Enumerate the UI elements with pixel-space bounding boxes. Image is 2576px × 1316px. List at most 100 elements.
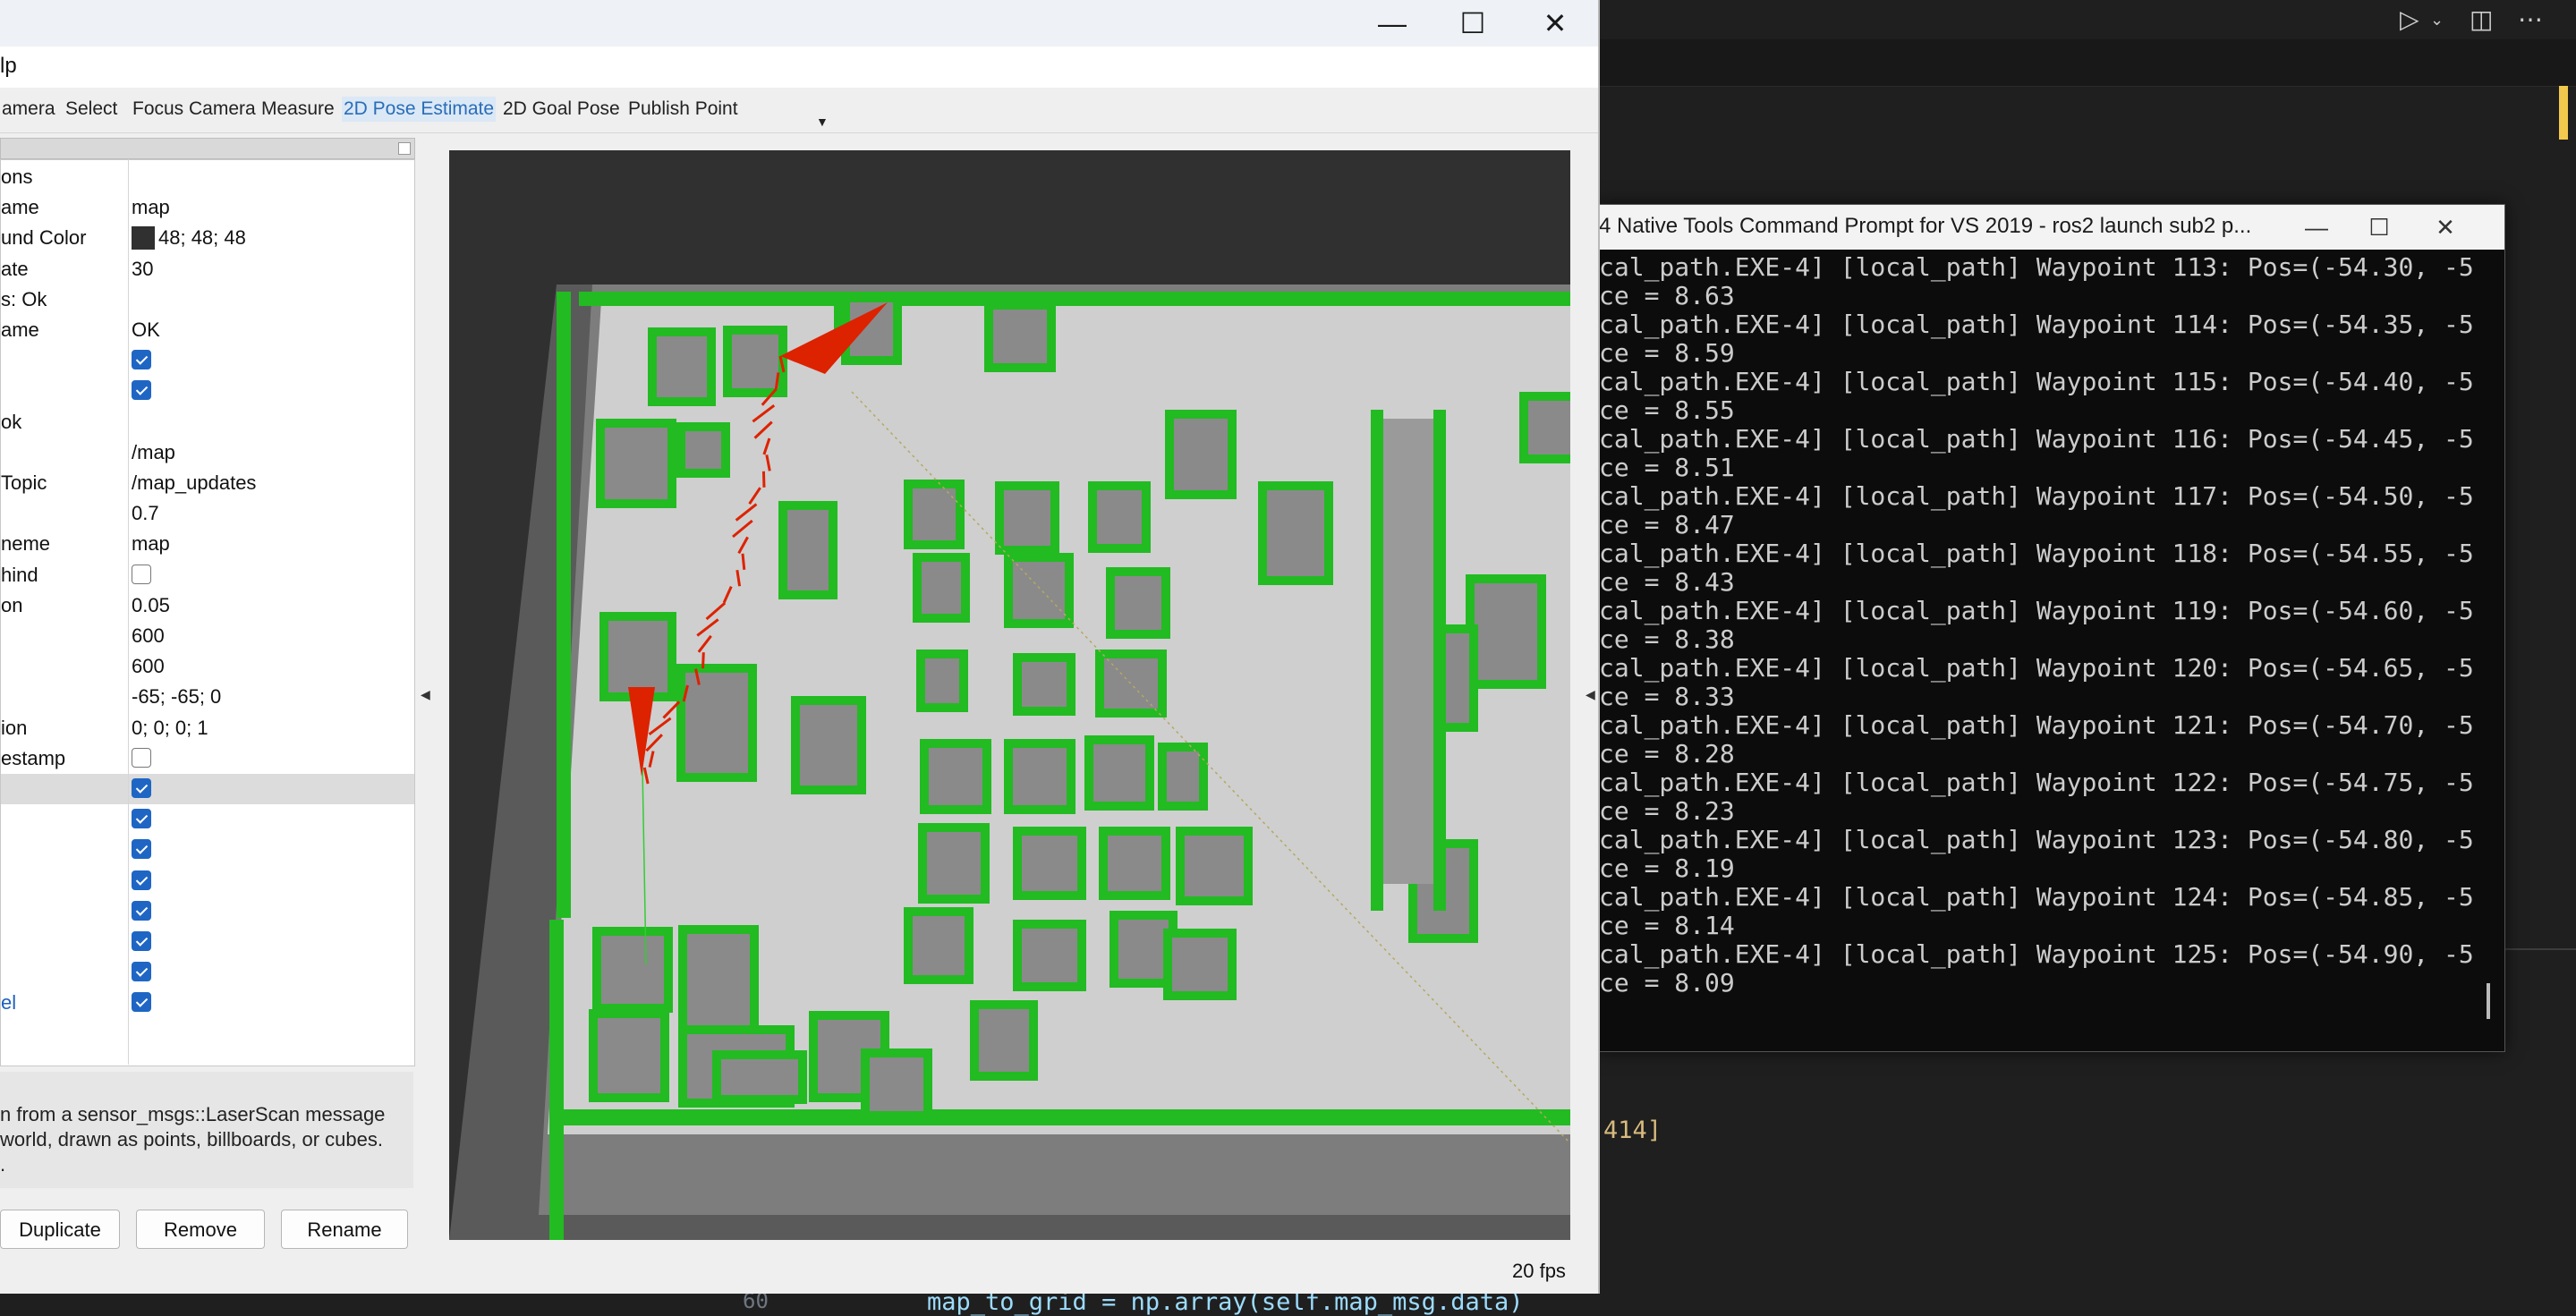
property-checkbox[interactable] bbox=[132, 380, 151, 401]
property-row[interactable]: 600 bbox=[1, 651, 414, 682]
property-key: ame bbox=[1, 196, 39, 219]
property-value[interactable]: 48; 48; 48 bbox=[132, 225, 246, 250]
property-value-text: 0; 0; 0; 1 bbox=[132, 716, 208, 739]
property-row[interactable]: s: Ok bbox=[1, 284, 414, 315]
property-row[interactable] bbox=[1, 774, 414, 804]
property-row[interactable] bbox=[1, 957, 414, 988]
property-row[interactable]: el bbox=[1, 988, 414, 1018]
collapse-right-icon[interactable]: ◀ bbox=[1586, 687, 1595, 702]
property-row[interactable]: ate 30 bbox=[1, 254, 414, 284]
property-value[interactable]: 600 bbox=[132, 655, 165, 678]
tool-2d-goal-pose[interactable]: 2D Goal Pose bbox=[501, 97, 622, 122]
toolbar-dropdown-icon[interactable]: ▼ bbox=[816, 115, 829, 129]
chevron-down-icon[interactable]: ⌄ bbox=[2430, 2, 2444, 38]
rviz-titlebar[interactable]: — ☐ ✕ bbox=[0, 0, 1598, 47]
property-value[interactable]: OK bbox=[132, 318, 160, 342]
property-row[interactable] bbox=[1, 345, 414, 376]
property-row[interactable]: Topic/map_updates bbox=[1, 468, 414, 498]
property-value[interactable]: -65; -65; 0 bbox=[132, 685, 221, 709]
obstacle-core bbox=[787, 510, 829, 590]
property-row[interactable]: hind bbox=[1, 560, 414, 590]
property-checkbox[interactable] bbox=[132, 839, 151, 860]
remove-button[interactable]: Remove bbox=[136, 1210, 265, 1249]
terminal-titlebar[interactable]: 4 Native Tools Command Prompt for VS 201… bbox=[1595, 205, 2504, 250]
property-key: Topic bbox=[1, 471, 47, 494]
rename-button[interactable]: Rename bbox=[281, 1210, 408, 1249]
property-checkbox[interactable] bbox=[132, 747, 151, 768]
property-row[interactable]: 600 bbox=[1, 621, 414, 651]
property-value[interactable]: /map bbox=[132, 441, 175, 464]
tool-focus-camera[interactable]: Focus Camera bbox=[131, 97, 258, 122]
tool-publish-point[interactable]: Publish Point bbox=[626, 97, 740, 122]
property-value[interactable]: 30 bbox=[132, 258, 153, 281]
maximize-icon[interactable]: ☐ bbox=[1437, 4, 1509, 43]
property-row[interactable] bbox=[1, 835, 414, 865]
obstacle-core bbox=[687, 934, 750, 1031]
displays-tree[interactable]: ons ame map und Color 48; 48; 48 ate 30 s: Ok am… bbox=[0, 159, 415, 1066]
property-row[interactable]: on 0.05 bbox=[1, 590, 414, 621]
render-view[interactable] bbox=[449, 150, 1570, 1240]
property-value[interactable]: map bbox=[132, 532, 170, 556]
property-row[interactable] bbox=[1, 376, 414, 406]
terminal-output[interactable]: cal_path.EXE-4] [local_path] Waypoint 11… bbox=[1595, 250, 2472, 1051]
property-value[interactable]: 0.7 bbox=[132, 502, 159, 525]
property-row[interactable] bbox=[1, 866, 414, 896]
property-checkbox[interactable] bbox=[132, 900, 151, 921]
terminal-line: cal_path.EXE-4] [local_path] Waypoint 12… bbox=[1599, 768, 2472, 797]
property-row[interactable]: neme map bbox=[1, 529, 414, 559]
terminal-scrollbar[interactable] bbox=[2487, 983, 2490, 1019]
terminal-line: cal_path.EXE-4] [local_path] Waypoint 11… bbox=[1599, 252, 2472, 282]
collapse-left-icon[interactable]: ◀ bbox=[421, 687, 430, 702]
run-icon[interactable]: ▷ bbox=[2400, 2, 2419, 38]
column-divider[interactable] bbox=[128, 159, 129, 1065]
property-row[interactable]: und Color 48; 48; 48 bbox=[1, 223, 414, 253]
property-checkbox[interactable] bbox=[132, 350, 151, 370]
property-value-text: /map bbox=[132, 440, 175, 463]
panel-float-icon[interactable] bbox=[398, 142, 411, 155]
property-checkbox[interactable] bbox=[132, 809, 151, 829]
close-icon[interactable]: ✕ bbox=[2427, 210, 2463, 244]
property-row[interactable] bbox=[1, 927, 414, 957]
property-row[interactable] bbox=[1, 804, 414, 835]
terminal-window[interactable]: 4 Native Tools Command Prompt for VS 201… bbox=[1594, 204, 2505, 1052]
minimize-icon[interactable]: — bbox=[2299, 210, 2334, 244]
obstacle-core bbox=[913, 488, 956, 540]
property-row[interactable]: 0.7 bbox=[1, 498, 414, 529]
property-value[interactable]: 600 bbox=[132, 624, 165, 648]
menu-help[interactable]: lp bbox=[0, 54, 17, 79]
property-checkbox[interactable] bbox=[132, 564, 151, 584]
tool-2d-pose-estimate[interactable]: 2D Pose Estimate bbox=[342, 97, 497, 122]
duplicate-button[interactable]: Duplicate bbox=[0, 1210, 120, 1249]
property-value[interactable]: 0.05 bbox=[132, 594, 170, 617]
property-checkbox[interactable] bbox=[132, 962, 151, 982]
property-value[interactable]: /map_updates bbox=[132, 471, 256, 495]
property-row[interactable]: ame OK bbox=[1, 315, 414, 345]
property-checkbox[interactable] bbox=[132, 870, 151, 890]
property-value[interactable]: 0; 0; 0; 1 bbox=[132, 717, 208, 740]
split-editor-icon[interactable]: ◫ bbox=[2470, 2, 2493, 38]
color-swatch[interactable] bbox=[132, 225, 155, 250]
tool-measure[interactable]: Measure bbox=[259, 97, 336, 122]
property-checkbox[interactable] bbox=[132, 992, 151, 1013]
property-row[interactable]: -65; -65; 0 bbox=[1, 682, 414, 712]
property-value[interactable]: map bbox=[132, 196, 170, 219]
rviz-window[interactable]: — ☐ ✕ lp amera Select Focus Camera Measu… bbox=[0, 0, 1600, 1294]
property-row[interactable]: /map bbox=[1, 437, 414, 468]
property-row[interactable]: ame map bbox=[1, 192, 414, 223]
more-icon[interactable]: ⋯ bbox=[2518, 2, 2543, 38]
property-row[interactable]: ion 0; 0; 0; 1 bbox=[1, 713, 414, 743]
property-row[interactable] bbox=[1, 896, 414, 927]
property-row[interactable]: ons bbox=[1, 162, 414, 192]
property-row[interactable]: ok bbox=[1, 407, 414, 437]
property-row[interactable]: estamp bbox=[1, 743, 414, 774]
close-icon[interactable]: ✕ bbox=[1519, 4, 1591, 43]
display-description: n from a sensor_msgs::LaserScan message … bbox=[0, 1072, 413, 1188]
property-checkbox[interactable] bbox=[132, 931, 151, 951]
minimize-icon[interactable]: — bbox=[1356, 4, 1428, 43]
tool-select[interactable]: Select bbox=[64, 97, 119, 122]
maximize-icon[interactable]: ☐ bbox=[2361, 210, 2397, 244]
terminal-line: ce = 8.14 bbox=[1599, 911, 1735, 940]
property-checkbox[interactable] bbox=[132, 778, 151, 798]
wall bbox=[579, 292, 1570, 306]
tool-camera[interactable]: amera bbox=[0, 97, 57, 122]
